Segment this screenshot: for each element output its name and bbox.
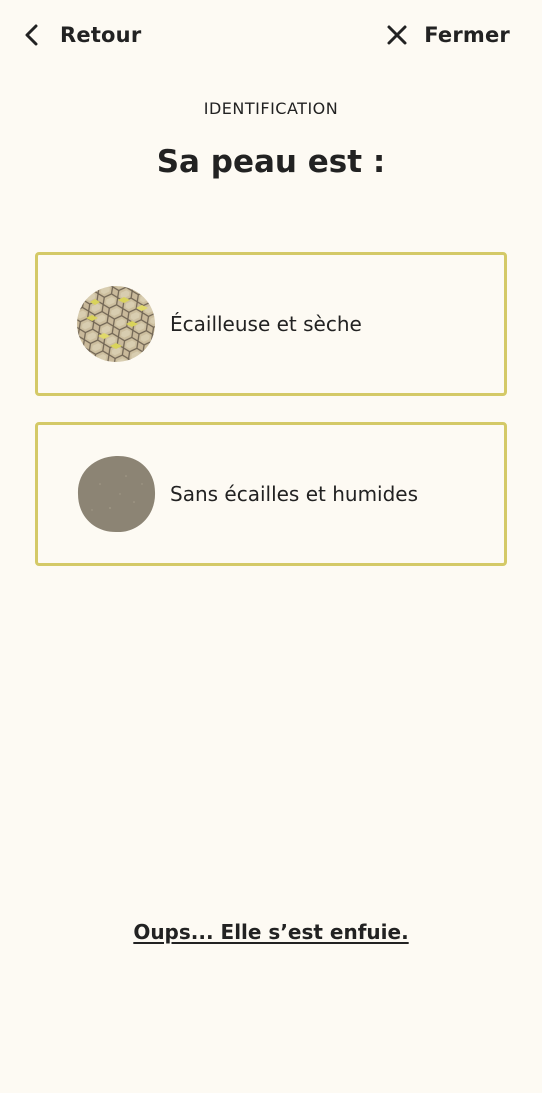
close-label: Fermer (424, 23, 510, 47)
chevron-left-icon (24, 24, 40, 46)
section-label: IDENTIFICATION (203, 99, 339, 118)
close-icon (386, 24, 408, 46)
top-bar: Retour Fermer (0, 0, 542, 70)
escaped-link[interactable]: Oups... Elle s’est enfuie. (0, 920, 542, 944)
question-title: Sa peau est : (156, 144, 386, 180)
option-label: Écailleuse et sèche (170, 312, 362, 336)
smooth-skin-icon (76, 454, 156, 534)
scaly-skin-icon (76, 284, 156, 364)
option-scaly-dry[interactable]: Écailleuse et sèche (35, 252, 507, 396)
close-button[interactable]: Fermer (386, 18, 510, 52)
option-label: Sans écailles et humides (170, 482, 419, 506)
option-smooth-moist[interactable]: Sans écailles et humides (35, 422, 507, 566)
back-label: Retour (60, 23, 142, 47)
back-button[interactable]: Retour (24, 18, 141, 52)
